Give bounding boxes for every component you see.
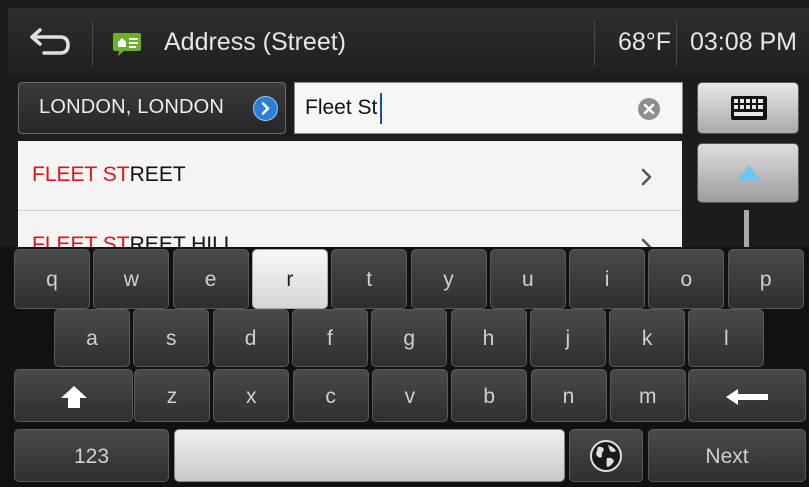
shift-key[interactable] <box>14 369 133 422</box>
back-button[interactable] <box>26 22 76 62</box>
header-divider <box>92 20 93 66</box>
back-arrow-icon <box>30 28 70 55</box>
key-y[interactable]: y <box>410 249 487 309</box>
header-divider <box>594 20 595 66</box>
clear-input-icon[interactable] <box>637 97 661 121</box>
keyboard-toggle-button[interactable] <box>697 82 799 134</box>
key-label: l <box>724 327 729 350</box>
key-label: h <box>482 327 495 350</box>
search-query-text: Fleet St <box>305 96 378 119</box>
key-label: g <box>403 327 416 350</box>
temperature-readout: 68°F <box>618 28 672 56</box>
key-label: z <box>166 385 178 408</box>
keyboard-icon <box>731 96 767 120</box>
key-b[interactable]: b <box>451 369 528 422</box>
key-q[interactable]: q <box>14 249 90 309</box>
key-label: x <box>246 385 257 408</box>
key-k[interactable]: k <box>609 309 686 367</box>
key-label: s <box>166 327 177 350</box>
header-divider <box>676 20 677 66</box>
key-h[interactable]: h <box>450 309 527 367</box>
key-p[interactable]: p <box>727 249 804 309</box>
clock-readout: 03:08 PM <box>690 28 798 56</box>
city-label: LONDON, LONDON <box>39 96 225 118</box>
header-bar: Address (Street) 68°F 03:08 PM <box>8 8 809 78</box>
street-search-input[interactable]: Fleet St <box>294 82 683 134</box>
key-label: k <box>641 327 653 350</box>
city-selector-button[interactable]: LONDON, LONDON <box>18 82 286 134</box>
key-i[interactable]: i <box>569 249 646 309</box>
globe-icon <box>590 440 622 472</box>
key-t[interactable]: t <box>331 249 408 309</box>
key-l[interactable]: l <box>688 309 765 367</box>
key-label: o <box>680 268 693 291</box>
key-n[interactable]: n <box>530 369 607 422</box>
key-label: a <box>86 327 98 350</box>
chevron-right-circle-icon <box>253 96 278 121</box>
key-label: c <box>325 385 336 408</box>
key-r[interactable]: r <box>251 249 328 309</box>
key-label: u <box>521 268 534 291</box>
key-a[interactable]: a <box>54 309 130 367</box>
key-label: m <box>639 385 657 408</box>
key-e[interactable]: e <box>172 249 249 309</box>
numbers-key[interactable]: 123 <box>14 429 169 482</box>
key-label: n <box>562 385 575 408</box>
key-label: f <box>326 327 333 350</box>
street-results-list: FLEET STREET FLEET STREET HILL <box>18 141 682 247</box>
key-label: t <box>366 268 373 291</box>
shift-arrow-icon <box>60 386 87 408</box>
triangle-up-icon <box>737 165 761 181</box>
key-z[interactable]: z <box>134 369 210 422</box>
key-label: i <box>604 268 610 291</box>
key-label: r <box>286 268 294 291</box>
key-u[interactable]: u <box>489 249 566 309</box>
address-app-icon <box>112 31 142 57</box>
key-label: d <box>244 327 257 350</box>
next-key[interactable]: Next <box>648 429 806 482</box>
result-label: FLEET STREET <box>32 163 186 186</box>
key-s[interactable]: s <box>133 309 210 367</box>
key-label: v <box>404 385 416 408</box>
on-screen-keyboard: 123 Next q w e r t y u i o p a s d f g h j k l z x c v b n m <box>0 247 809 487</box>
space-key[interactable] <box>174 429 565 482</box>
chevron-right-icon <box>641 238 652 247</box>
key-j[interactable]: j <box>529 309 606 367</box>
key-f[interactable]: f <box>291 309 368 367</box>
key-label: y <box>443 268 454 291</box>
address-entry-screen: Address (Street) 68°F 03:08 PM LONDON, L… <box>0 0 809 487</box>
backspace-key[interactable] <box>688 369 806 422</box>
key-w[interactable]: w <box>93 249 170 309</box>
key-label: b <box>483 385 496 408</box>
language-key[interactable] <box>569 429 643 482</box>
list-item[interactable]: FLEET STREET <box>18 141 682 211</box>
chevron-right-icon <box>641 168 652 186</box>
key-o[interactable]: o <box>648 249 725 309</box>
key-label: e <box>204 268 217 291</box>
list-item[interactable]: FLEET STREET HILL <box>18 211 682 247</box>
key-x[interactable]: x <box>213 369 290 422</box>
backspace-arrow-icon <box>726 389 768 405</box>
key-label: j <box>565 327 571 350</box>
key-v[interactable]: v <box>371 369 448 422</box>
key-g[interactable]: g <box>371 309 448 367</box>
key-label: w <box>123 268 139 291</box>
scrollbar-track[interactable] <box>744 210 749 250</box>
key-m[interactable]: m <box>609 369 686 422</box>
key-label: q <box>46 268 58 291</box>
scroll-up-button[interactable] <box>697 143 799 203</box>
key-d[interactable]: d <box>212 309 289 367</box>
page-title: Address (Street) <box>164 28 347 56</box>
result-label: FLEET STREET HILL <box>32 233 236 247</box>
key-c[interactable]: c <box>292 369 369 422</box>
key-label: p <box>759 268 772 291</box>
text-caret <box>380 93 382 124</box>
